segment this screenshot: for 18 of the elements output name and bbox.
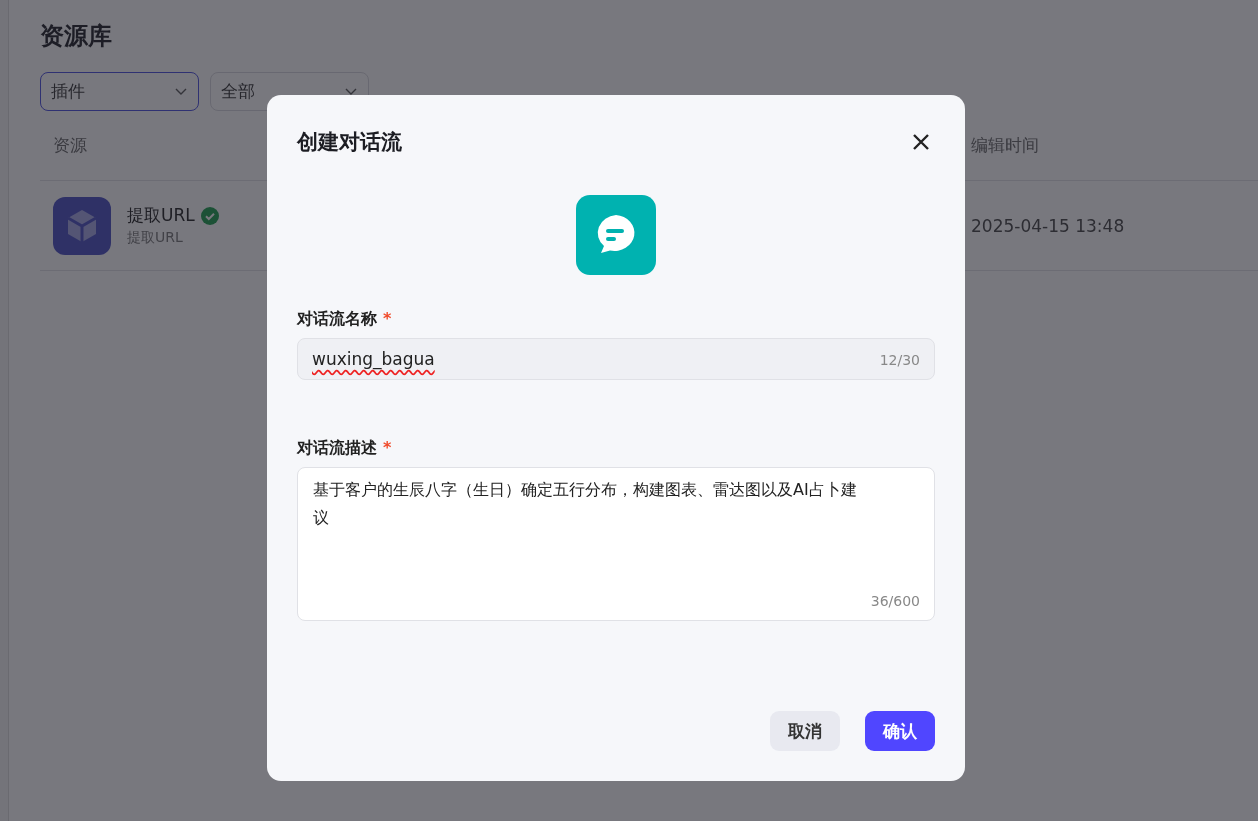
page-title: 资源库 [40,21,113,52]
character-counter: 12/30 [879,352,920,368]
character-counter: 36/600 [870,593,920,609]
required-mark: * [383,309,392,330]
filter-dropdown[interactable]: 插件 [40,72,199,111]
field-label: 对话流描述 [297,438,377,459]
resource-name: 提取URL [127,204,195,227]
required-mark: * [383,438,392,459]
column-header: 资源 [53,134,87,157]
column-header: 编辑时间 [971,134,1039,157]
chat-bubble-icon [576,195,656,275]
cancel-button[interactable]: 取消 [770,711,840,751]
close-icon [912,133,930,151]
table-cell: 2025-04-15 13:48 [971,215,1125,236]
confirm-button[interactable]: 确认 [865,711,935,751]
field-label: 对话流名称 [297,309,377,330]
cube-icon [53,196,111,255]
dialog-title: 创建对话流 [297,129,402,156]
